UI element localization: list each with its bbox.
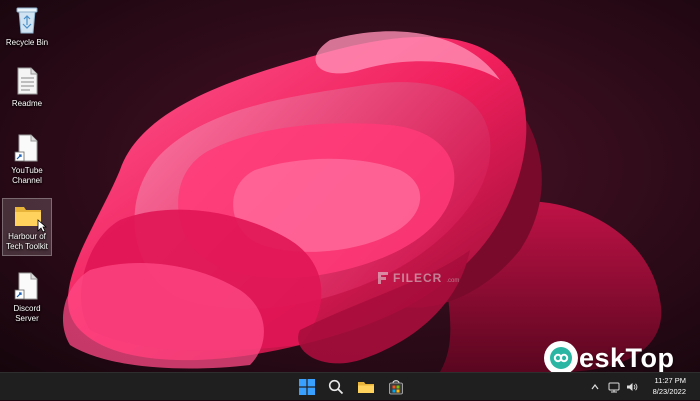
brand-logo: eskTop [544, 341, 675, 375]
youtube-channel-desktop-icon[interactable]: YouTube Channel [2, 130, 52, 186]
recycle-bin-label: Recycle Bin [5, 38, 49, 47]
search-icon [328, 379, 344, 395]
harbour-toolkit-desktop-icon[interactable]: Harbour of Tech Toolkit [2, 198, 52, 256]
discord-server-label: Discord Server [13, 304, 40, 324]
speaker-icon[interactable] [626, 381, 638, 393]
file-explorer-button[interactable] [355, 376, 377, 398]
start-button[interactable] [296, 376, 318, 398]
brand-text: eskTop [579, 342, 675, 373]
file-explorer-icon [358, 382, 374, 393]
shortcut-file-icon [14, 271, 40, 301]
recycle-bin-desktop-icon[interactable]: Recycle Bin [2, 2, 52, 48]
store-button[interactable] [385, 376, 407, 398]
mouse-cursor-icon [37, 219, 47, 233]
chevron-up-icon[interactable] [590, 382, 600, 392]
store-icon [389, 380, 403, 395]
network-icon[interactable] [608, 381, 620, 393]
brand-logo-badge [544, 341, 578, 375]
recycle-bin-icon [14, 5, 40, 35]
taskbar-clock[interactable]: 11:27 PM 8/23/2022 [653, 375, 686, 397]
shortcut-file-icon [14, 133, 40, 163]
start-icon [299, 379, 315, 395]
harbour-toolkit-label-line2: Tech Toolkit [6, 242, 48, 251]
harbour-toolkit-label: Harbour of Tech Toolkit [6, 232, 48, 252]
youtube-channel-label-line2: Channel [12, 176, 42, 185]
discord-server-label-line2: Server [15, 314, 39, 323]
system-tray [590, 373, 638, 401]
clock-time: 11:27 PM [654, 376, 686, 385]
harbour-toolkit-label-line1: Harbour of [8, 232, 46, 241]
discord-server-desktop-icon[interactable]: Discord Server [2, 268, 52, 324]
text-file-icon [14, 66, 40, 96]
watermark-suffix: .com [446, 278, 460, 284]
youtube-channel-label-line1: YouTube [11, 166, 43, 175]
watermark-text: FILECR [393, 271, 443, 285]
discord-server-label-line1: Discord [13, 304, 41, 313]
youtube-channel-label: YouTube Channel [11, 166, 42, 186]
readme-desktop-icon[interactable]: Readme [2, 63, 52, 109]
desktop-wallpaper [0, 0, 700, 372]
watermark: FILECR .com [376, 270, 459, 286]
readme-label: Readme [11, 99, 43, 108]
watermark-logo-icon [378, 272, 388, 284]
clock-date: 8/23/2022 [652, 387, 686, 396]
taskbar: 11:27 PM 8/23/2022 [0, 372, 700, 400]
brand-logo-icon [550, 347, 572, 369]
search-button[interactable] [325, 376, 347, 398]
